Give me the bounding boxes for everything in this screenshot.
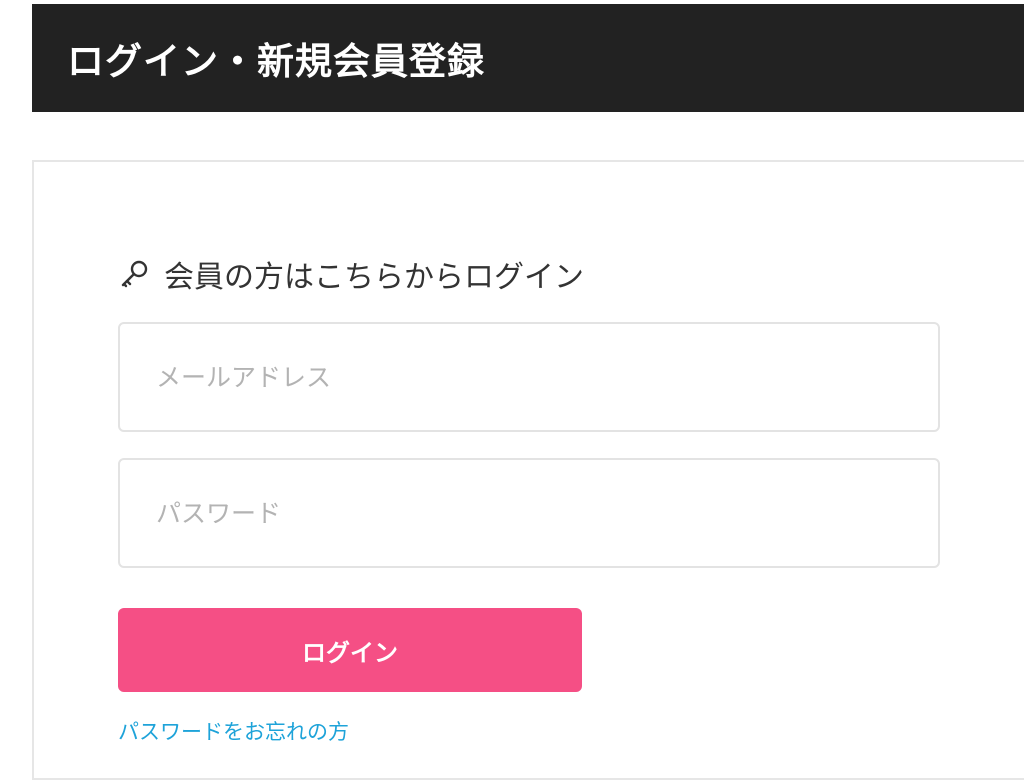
key-icon — [121, 260, 148, 288]
page-header: ログイン・新規会員登録 — [32, 4, 1024, 112]
login-button[interactable]: ログイン — [118, 608, 582, 692]
password-input[interactable] — [154, 497, 938, 529]
password-field[interactable] — [118, 458, 940, 568]
login-section-heading: 会員の方はこちらからログイン — [118, 252, 584, 296]
page-title: ログイン・新規会員登録 — [67, 40, 485, 83]
login-panel: 会員の方はこちらからログイン ログイン パスワードをお忘れの方 — [32, 160, 1024, 780]
email-field[interactable] — [118, 322, 940, 432]
forgot-password-link[interactable]: パスワードをお忘れの方 — [118, 716, 349, 746]
login-section-title: 会員の方はこちらからログイン — [164, 260, 584, 295]
email-input[interactable] — [154, 361, 938, 393]
